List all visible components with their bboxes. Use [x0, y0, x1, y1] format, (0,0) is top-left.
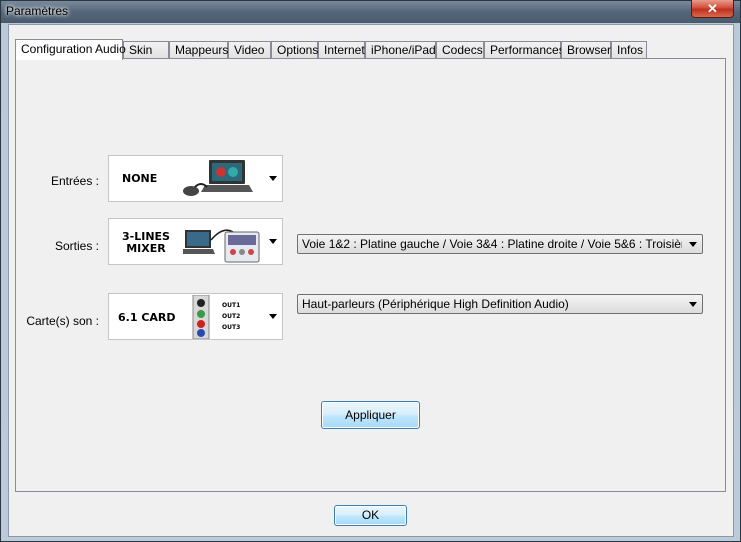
tab-iphone-ipad[interactable]: iPhone/iPad [365, 41, 436, 59]
tab-infos[interactable]: Infos [611, 41, 647, 59]
tab-configuration-audio[interactable]: Configuration Audio [15, 39, 126, 60]
inputs-device-name: NONE [122, 172, 158, 185]
tab-video[interactable]: Video [228, 41, 271, 59]
window-title: Paramètres [6, 4, 69, 18]
settings-window: Paramètres ✕ Configuration Audio Skin Ma… [0, 0, 741, 542]
sound-driver-value: Haut-parleurs (Périphérique High Definit… [302, 297, 569, 311]
inputs-label: Entrées : [50, 174, 99, 188]
tab-browser[interactable]: Browser [561, 41, 611, 59]
close-icon: ✕ [707, 1, 718, 16]
output-routing-select[interactable]: Voie 1&2 : Platine gauche / Voie 3&4 : P… [297, 234, 703, 254]
audio-config-panel: Entrées : NONE Sorties : 3-LINES MIXER V… [15, 58, 726, 492]
laptop-mixer-icon [183, 229, 260, 263]
close-button[interactable]: ✕ [691, 0, 734, 18]
tab-internet[interactable]: Internet [318, 41, 365, 59]
outputs-device-selector[interactable]: 3-LINES MIXER [108, 218, 283, 265]
soundcard-device-selector[interactable]: 6.1 CARD OUT1 OUT2 OUT3 [108, 293, 283, 340]
tab-options[interactable]: Options [271, 41, 318, 59]
sound-card-icon [192, 295, 210, 339]
chevron-down-icon [269, 239, 277, 244]
chevron-down-icon [269, 314, 277, 319]
inputs-device-selector[interactable]: NONE [108, 155, 283, 202]
tab-mappeurs[interactable]: Mappeurs [169, 41, 228, 59]
outputs-label: Sorties : [54, 239, 99, 253]
output-routing-value: Voie 1&2 : Platine gauche / Voie 3&4 : P… [302, 237, 682, 251]
outputs-device-name-line2: MIXER [126, 242, 166, 255]
apply-button[interactable]: Appliquer [321, 401, 420, 429]
chevron-down-icon [269, 176, 277, 181]
sound-driver-select[interactable]: Haut-parleurs (Périphérique High Definit… [297, 294, 703, 314]
tab-skin[interactable]: Skin [123, 41, 169, 59]
soundcard-device-name: 6.1 CARD [118, 311, 176, 324]
tab-codecs[interactable]: Codecs [436, 41, 484, 59]
out3-label: OUT3 [222, 324, 241, 331]
tab-performances[interactable]: Performances [484, 41, 565, 59]
chevron-down-icon [689, 302, 697, 307]
laptop-headphones-icon [183, 160, 253, 196]
title-bar[interactable]: Paramètres ✕ [1, 0, 740, 23]
chevron-down-icon [689, 242, 697, 247]
soundcard-label: Carte(s) son : [26, 314, 99, 328]
ok-button[interactable]: OK [334, 505, 407, 526]
dialog-client: Configuration Audio Skin Mappeurs Video … [8, 24, 734, 537]
